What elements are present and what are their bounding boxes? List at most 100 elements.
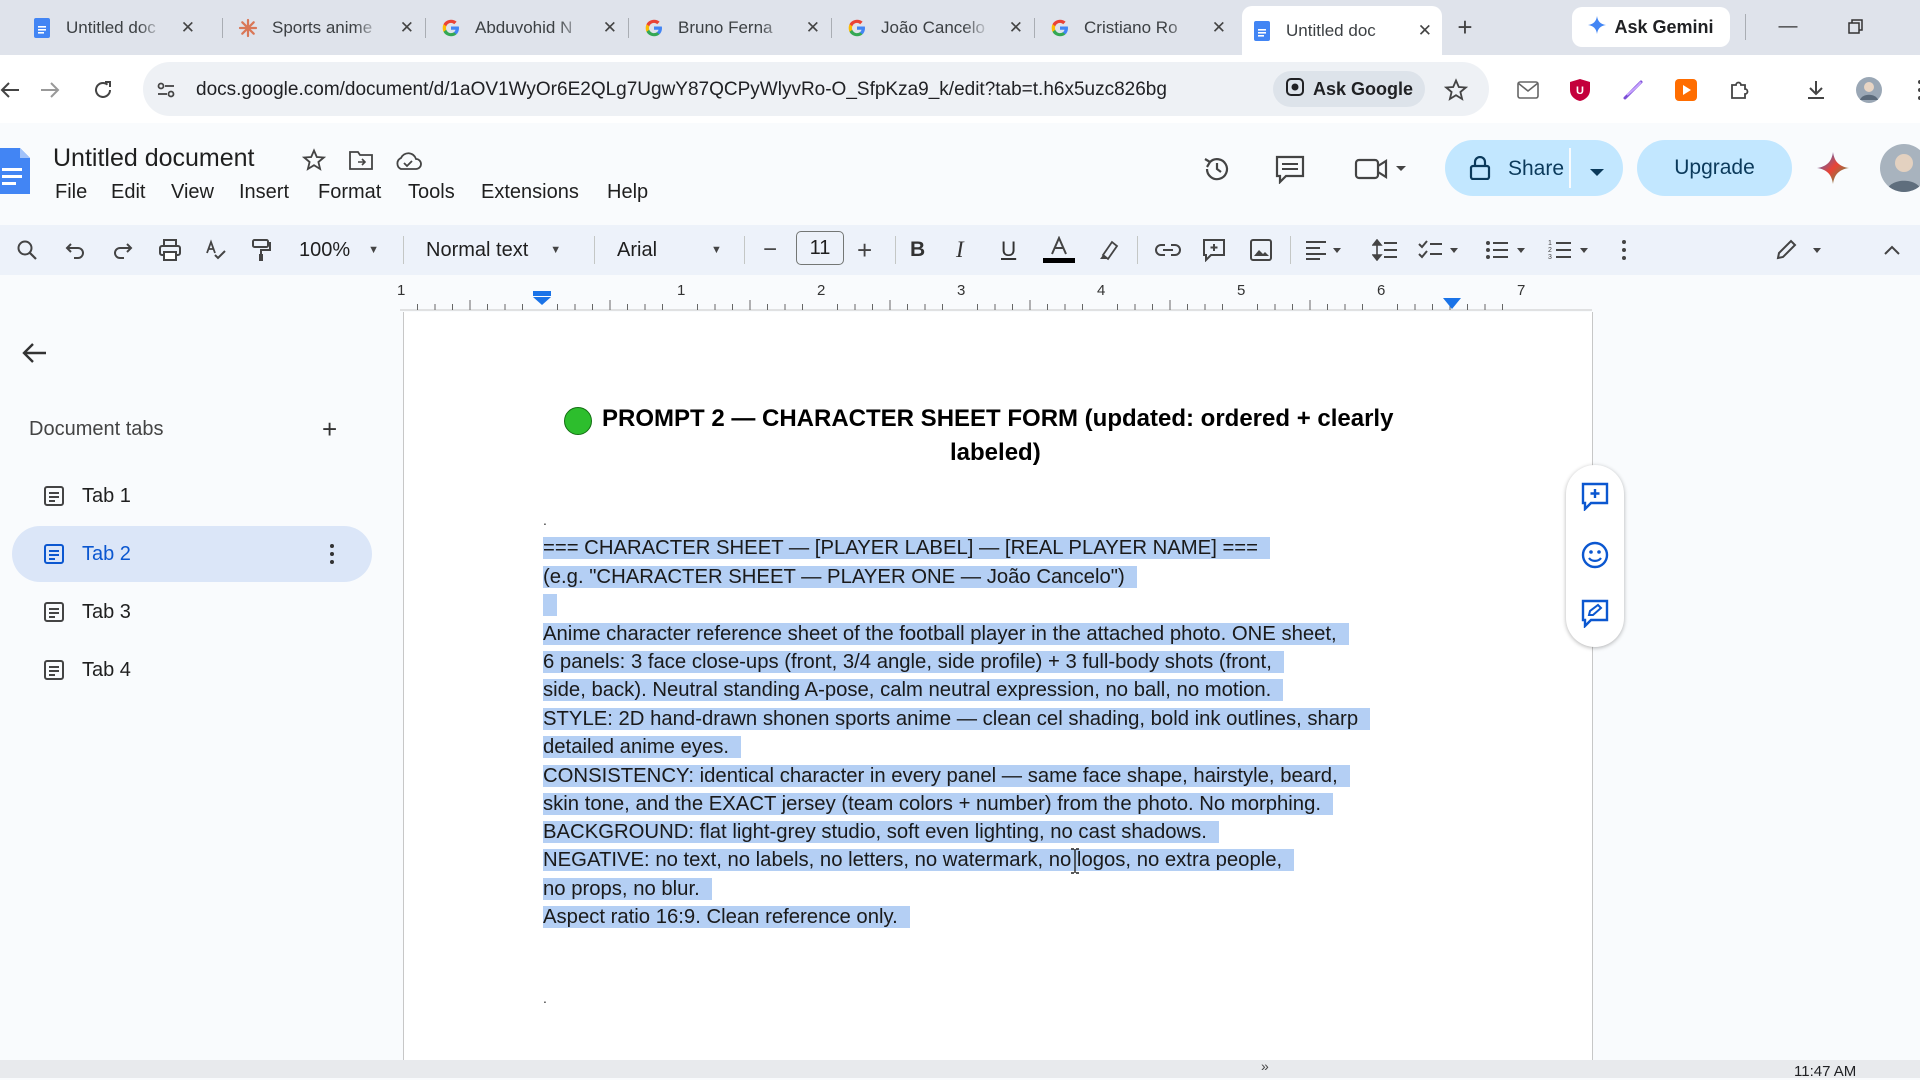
selected-text-line[interactable]: CONSISTENCY: identical character in ever… [543, 762, 1350, 790]
reload-icon[interactable] [87, 74, 119, 106]
close-icon[interactable]: ✕ [400, 18, 414, 38]
browser-menu-icon[interactable] [1904, 74, 1920, 106]
browser-tab-joao[interactable]: João Cancelo ✕ [837, 8, 1033, 48]
selected-text-line[interactable]: 6 panels: 3 face close-ups (front, 3/4 a… [543, 648, 1284, 676]
forward-icon[interactable] [34, 74, 66, 106]
new-tab-button[interactable]: + [1450, 12, 1480, 42]
bold-icon[interactable]: B [910, 236, 925, 264]
restore-icon[interactable] [1836, 10, 1876, 44]
sidebar-tab-4[interactable]: Tab 4 [12, 642, 372, 698]
browser-tab-docs[interactable]: Untitled doc ✕ [0, 8, 205, 48]
italic-icon[interactable]: I [956, 236, 964, 264]
document-title[interactable]: Untitled document [53, 144, 255, 173]
selected-text-line[interactable]: === CHARACTER SHEET — [PLAYER LABEL] — [… [543, 534, 1270, 562]
add-tab-button[interactable]: + [322, 416, 337, 442]
star-icon[interactable] [301, 148, 327, 177]
profile-avatar-icon[interactable] [1853, 74, 1885, 106]
browser-tab-sports-anime[interactable]: Sports anime ✕ [228, 8, 424, 48]
decrease-font-size-button[interactable]: − [763, 236, 777, 264]
left-indent-marker[interactable] [532, 291, 552, 305]
text-color-icon[interactable] [1043, 236, 1075, 264]
upgrade-button[interactable]: Upgrade [1637, 140, 1792, 196]
comments-icon[interactable] [1274, 154, 1306, 189]
menu-tools[interactable]: Tools [408, 181, 455, 204]
taskbar-clock[interactable]: 11:47 AM [1794, 1063, 1856, 1080]
emoji-reaction-icon[interactable] [1578, 538, 1612, 572]
move-folder-icon[interactable] [348, 149, 374, 176]
font-family-select[interactable]: Arial ▼ [617, 236, 722, 264]
underline-icon[interactable]: U [1001, 236, 1016, 264]
taskbar-overflow-icon[interactable]: » [1261, 1058, 1269, 1074]
selected-text-line[interactable]: detailed anime eyes. [543, 733, 742, 761]
suggest-edits-icon[interactable] [1578, 596, 1612, 630]
collapse-toolbar-icon[interactable] [1883, 236, 1901, 264]
close-icon[interactable]: ✕ [1212, 18, 1226, 38]
share-dropdown-icon[interactable] [1590, 164, 1604, 182]
menu-view[interactable]: View [171, 181, 214, 204]
menu-insert[interactable]: Insert [239, 181, 289, 204]
ruler[interactable]: 1 1 2 3 4 5 6 7 [397, 282, 1592, 312]
back-arrow-icon[interactable] [22, 340, 48, 371]
selected-text-line[interactable]: side, back). Neutral standing A-pose, ca… [543, 676, 1284, 704]
minimize-icon[interactable]: — [1768, 10, 1808, 44]
selected-text-line[interactable]: no props, no blur. [543, 875, 712, 903]
add-comment-icon[interactable] [1202, 236, 1226, 264]
account-avatar[interactable] [1880, 144, 1920, 192]
extensions-puzzle-icon[interactable] [1723, 74, 1755, 106]
spellcheck-icon[interactable] [205, 236, 227, 264]
bulleted-list-icon[interactable] [1485, 236, 1529, 264]
meet-camera-icon[interactable] [1354, 156, 1408, 187]
zoom-select[interactable]: 100% ▼ [299, 236, 379, 264]
selected-text-line[interactable]: BACKGROUND: flat light-grey studio, soft… [543, 818, 1219, 846]
line-spacing-icon[interactable] [1372, 236, 1398, 264]
gemini-icon[interactable] [1817, 152, 1849, 189]
print-icon[interactable] [158, 236, 182, 264]
download-icon[interactable] [1800, 74, 1832, 106]
browser-tab-bruno[interactable]: Bruno Ferna ✕ [634, 8, 830, 48]
selected-text-line[interactable]: Aspect ratio 16:9. Clean reference only. [543, 903, 910, 931]
menu-extensions[interactable]: Extensions [481, 181, 579, 204]
orange-extension-icon[interactable] [1670, 74, 1702, 106]
browser-tab-abduvohid[interactable]: Abduvohid N ✕ [431, 8, 627, 48]
editing-mode-icon[interactable] [1775, 236, 1825, 264]
docs-logo-icon[interactable] [0, 148, 30, 199]
tab-options-icon[interactable] [329, 543, 335, 565]
paragraph-style-select[interactable]: Normal text ▼ [426, 236, 561, 264]
selected-text-line[interactable]: Anime character reference sheet of the f… [543, 620, 1349, 648]
cloud-saved-icon[interactable] [394, 151, 422, 176]
more-options-icon[interactable] [1621, 236, 1627, 264]
ask-google-button[interactable]: Ask Google [1273, 71, 1425, 107]
selected-empty-line[interactable] [543, 591, 557, 619]
insert-image-icon[interactable] [1250, 236, 1272, 264]
close-icon[interactable]: ✕ [806, 18, 820, 38]
menu-help[interactable]: Help [607, 181, 648, 204]
selected-text-line[interactable]: (e.g. "CHARACTER SHEET — PLAYER ONE — Jo… [543, 563, 1137, 591]
highlight-color-icon[interactable] [1097, 236, 1121, 264]
back-icon[interactable] [0, 74, 26, 106]
browser-tab-docs-active[interactable]: Untitled doc ✕ [1242, 6, 1442, 55]
ublock-extension-icon[interactable]: U [1564, 74, 1596, 106]
close-icon[interactable]: ✕ [1418, 21, 1432, 41]
sidebar-tab-1[interactable]: Tab 1 [12, 468, 372, 524]
sidebar-tab-2[interactable]: Tab 2 [12, 526, 372, 582]
font-size-input[interactable]: 11 [796, 231, 844, 265]
search-menus-icon[interactable] [16, 236, 38, 264]
align-left-icon[interactable] [1305, 236, 1345, 264]
site-settings-icon[interactable] [150, 74, 182, 106]
selected-text-line[interactable]: STYLE: 2D hand-drawn shonen sports anime… [543, 705, 1371, 733]
add-comment-icon[interactable] [1578, 479, 1612, 513]
checklist-icon[interactable] [1418, 236, 1462, 264]
menu-format[interactable]: Format [318, 181, 381, 204]
browser-tab-cristiano[interactable]: Cristiano Ro ✕ [1040, 8, 1236, 48]
increase-font-size-button[interactable]: + [857, 235, 872, 265]
selected-text-line[interactable]: skin tone, and the EXACT jersey (team co… [543, 790, 1334, 818]
mail-extension-icon[interactable] [1512, 74, 1544, 106]
right-indent-marker[interactable] [1443, 298, 1461, 310]
bookmark-star-icon[interactable] [1440, 74, 1472, 106]
paint-format-icon[interactable] [250, 236, 272, 264]
ask-gemini-button[interactable]: Ask Gemini [1572, 7, 1730, 47]
url-text[interactable]: docs.google.com/document/d/1aOV1WyOr6E2Q… [196, 79, 1167, 101]
close-icon[interactable]: ✕ [181, 18, 195, 38]
menu-edit[interactable]: Edit [111, 181, 145, 204]
sidebar-tab-3[interactable]: Tab 3 [12, 584, 372, 640]
